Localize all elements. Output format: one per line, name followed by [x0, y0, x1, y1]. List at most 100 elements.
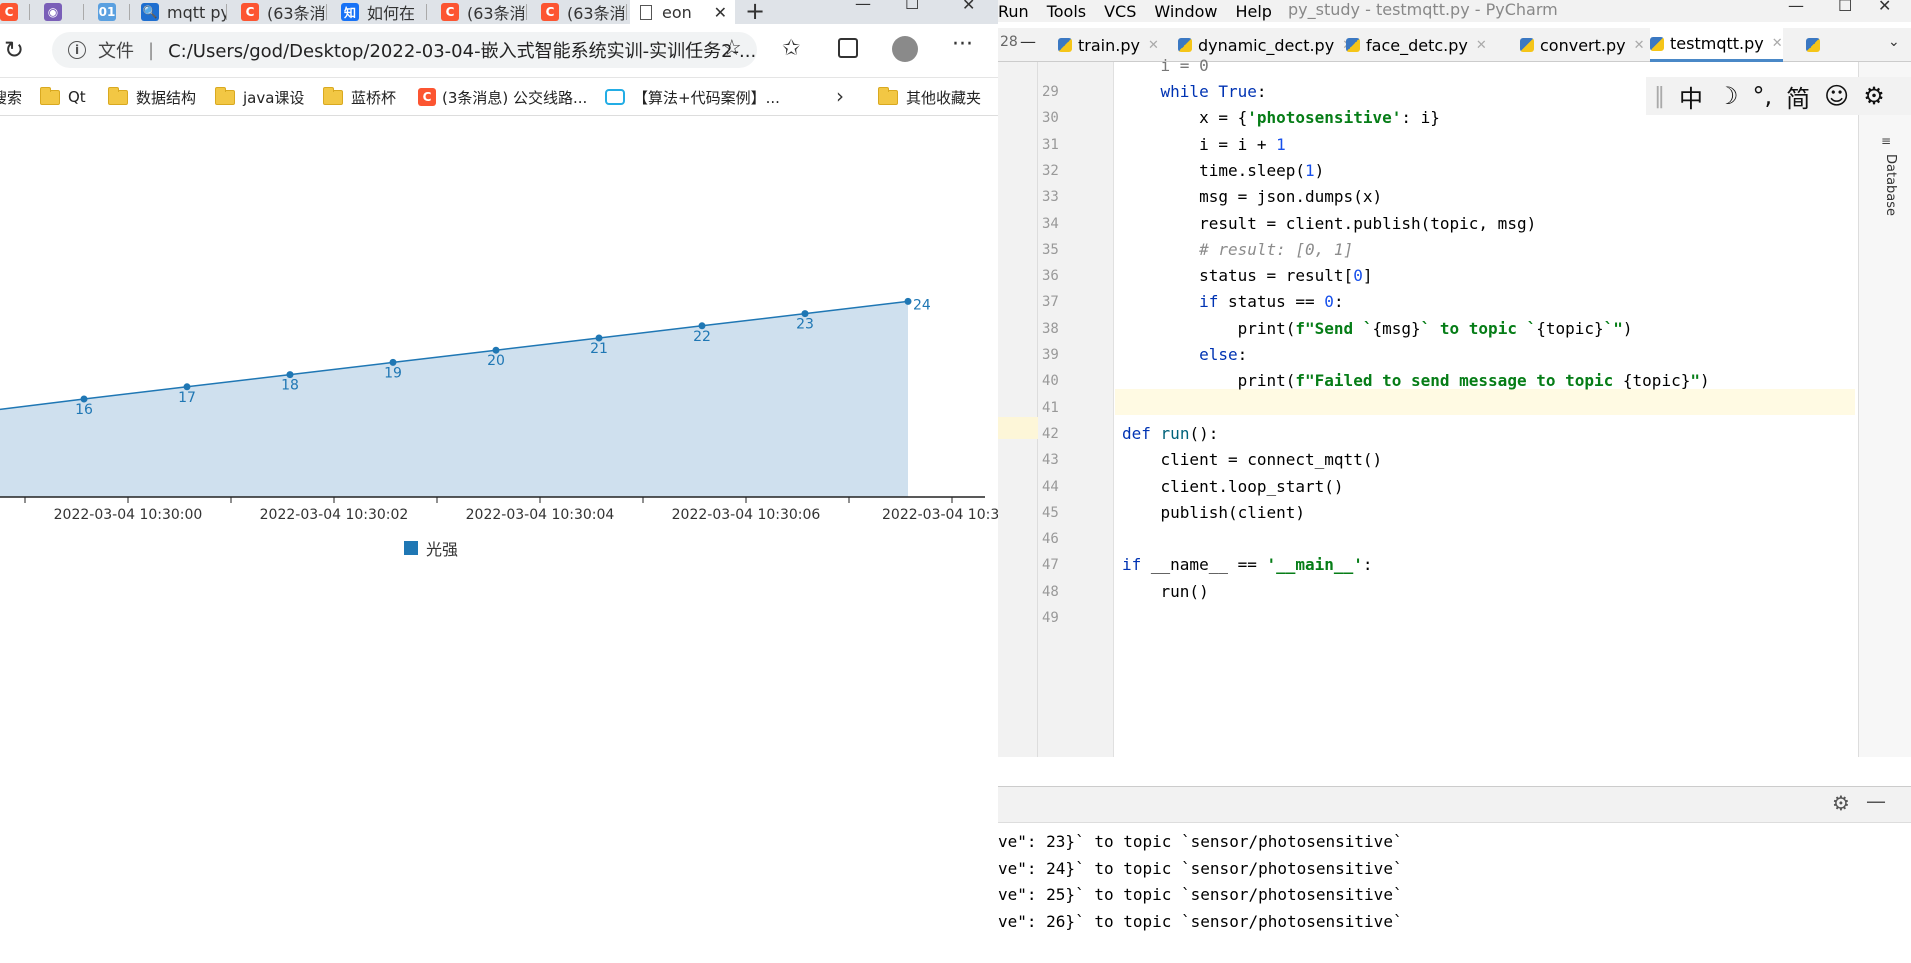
hide-panel-icon[interactable]: — — [1866, 789, 1886, 813]
browser-tab-active[interactable]: eon ✕ — [630, 0, 735, 24]
close-tab-icon[interactable]: ✕ — [1634, 38, 1645, 53]
file-tab[interactable]: convert.py ✕ — [1520, 28, 1645, 62]
ime-drag-handle[interactable]: ‖ — [1654, 84, 1665, 109]
data-point[interactable] — [904, 297, 912, 305]
bookmark-item[interactable]: 蓝桥杯 — [323, 78, 396, 116]
code-line[interactable]: else: — [1122, 342, 1247, 368]
bookmark-item[interactable]: 数据结构 — [108, 78, 196, 116]
browser-tab[interactable]: 01 — [92, 0, 130, 24]
tabs-dropdown-icon[interactable]: ⌄ — [1888, 34, 1900, 50]
ide-window: Run Tools VCS Window Help py_study - testmqt… — [998, 0, 1911, 963]
favorite-add-icon[interactable]: ☆ — [722, 36, 742, 61]
info-icon: i — [68, 41, 86, 59]
menu-tools[interactable]: Tools — [1047, 2, 1086, 21]
code-line[interactable]: print(f"Failed to send message to topic … — [1122, 368, 1710, 394]
close-tab-icon[interactable]: ✕ — [1148, 38, 1159, 53]
ime-item[interactable]: ☽ — [1717, 82, 1739, 110]
code-line[interactable]: run() — [1122, 579, 1209, 605]
side-label-database[interactable]: Database — [1883, 154, 1898, 216]
menu-window[interactable]: Window — [1154, 2, 1217, 21]
gear-icon[interactable]: ⚙ — [1832, 791, 1850, 815]
code-line[interactable]: i = i + 1 — [1122, 132, 1286, 158]
ime-item[interactable]: 简 — [1786, 79, 1810, 114]
chart-legend[interactable]: 光强 — [404, 536, 458, 560]
browser-tab[interactable]: 🔍 mqtt py — [135, 0, 227, 24]
file-tab[interactable]: testmqtt.py ✕ — [1650, 28, 1783, 62]
ime-item[interactable]: ☺ — [1824, 82, 1849, 110]
browser-tab[interactable]: C — [0, 0, 30, 24]
bookmark-other[interactable]: 其他收藏夹 — [878, 78, 981, 116]
line-number: 42 — [1042, 425, 1059, 442]
run-panel-header: ⚙ — — [998, 787, 1911, 823]
console-line: ve": 25}` to topic `sensor/photosensitiv… — [998, 885, 1403, 904]
data-label: 21 — [590, 341, 608, 357]
line-number: 39 — [1042, 347, 1059, 363]
left-tool-strip — [998, 62, 1038, 757]
bookmark-item[interactable]: C (3条消息) 公交线路... — [418, 78, 587, 116]
line-number: 47 — [1042, 557, 1059, 574]
csdn-icon: C — [418, 88, 436, 106]
collections-icon[interactable] — [838, 38, 858, 58]
code-line[interactable]: def run(): — [1122, 421, 1218, 447]
code-editor[interactable]: 29 while True: 30 x = {'photosensitive': … — [1042, 56, 1855, 757]
code-line[interactable]: client = connect_mqtt() — [1122, 447, 1383, 473]
close-icon[interactable]: ✕ — [714, 3, 727, 22]
bookmark-item[interactable]: Qt — [40, 78, 86, 116]
line-number: 32 — [1042, 162, 1059, 179]
code-line[interactable]: msg = json.dumps(x) — [1122, 184, 1382, 210]
data-label: 18 — [281, 378, 299, 394]
file-tab-label: testmqtt.py — [1670, 34, 1764, 53]
tab-scroll-icon[interactable]: 28 — [1000, 34, 1018, 50]
avatar[interactable] — [892, 36, 918, 62]
collapse-icon[interactable]: — — [1020, 32, 1036, 51]
bookmark-item[interactable]: 搜索 — [0, 78, 22, 116]
code-line[interactable]: result = client.publish(topic, msg) — [1122, 211, 1536, 237]
file-tab[interactable]: face_detc.py ✕ — [1346, 28, 1487, 62]
code-line[interactable]: print(f"Send `{msg}` to topic `{topic}`"… — [1122, 316, 1633, 342]
code-line[interactable]: while True: — [1122, 79, 1267, 105]
menu-help[interactable]: Help — [1235, 2, 1271, 21]
code-line[interactable]: status = result[0] — [1122, 263, 1372, 289]
x-tick-label: 2022-03-04 10:30:02 — [260, 507, 409, 523]
chevron-right-icon[interactable]: › — [836, 84, 844, 108]
file-tab-label: dynamic_dect.py — [1198, 35, 1335, 55]
code-line[interactable]: # result: [0, 1] — [1122, 237, 1353, 263]
ide-minimize-icon[interactable]: — — [1788, 0, 1804, 16]
refresh-icon[interactable]: ↻ — [4, 36, 24, 64]
browser-tab[interactable]: C (63条消 — [435, 0, 527, 24]
minimize-icon[interactable]: — — [855, 0, 871, 14]
close-window-icon[interactable]: ✕ — [962, 0, 975, 15]
code-line[interactable]: x = {'photosensitive': i} — [1122, 105, 1440, 131]
menu-vcs[interactable]: VCS — [1104, 2, 1136, 21]
close-tab-icon[interactable]: ✕ — [1772, 36, 1783, 51]
browser-tab[interactable]: ◉ — [38, 0, 84, 24]
code-line[interactable]: client.loop_start() — [1122, 474, 1344, 500]
browser-tab[interactable]: 知如何在 — [335, 0, 427, 24]
data-label: 17 — [178, 390, 196, 406]
ime-item[interactable]: °, — [1753, 82, 1773, 110]
bookmark-item[interactable]: java课设 — [215, 78, 304, 116]
search-icon: 🔍 — [141, 3, 159, 21]
code-line[interactable]: publish(client) — [1122, 500, 1306, 526]
more-icon[interactable]: ··· — [952, 32, 973, 57]
new-tab-button[interactable]: + — [745, 0, 765, 25]
code-line[interactable]: if status == 0: — [1122, 289, 1344, 315]
ime-toolbar[interactable]: ‖ 中 ☽ °, 简 ☺ ⚙ — [1646, 77, 1911, 115]
ime-item[interactable]: 中 — [1679, 79, 1703, 114]
bookmark-item[interactable]: 【算法+代码案例】... — [605, 78, 780, 116]
close-tab-icon[interactable]: ✕ — [1476, 38, 1487, 53]
code-line[interactable]: time.sleep(1) — [1122, 158, 1324, 184]
maximize-icon[interactable]: ☐ — [905, 0, 919, 14]
ide-close-icon[interactable]: ✕ — [1878, 0, 1891, 16]
ide-maximize-icon[interactable]: ☐ — [1838, 0, 1852, 16]
address-bar[interactable]: i 文件 | C:/Users/god/Desktop/2022-03-04-嵌… — [52, 32, 757, 68]
database-icon[interactable]: ≡ — [1881, 134, 1891, 148]
ime-item[interactable]: ⚙ — [1863, 82, 1885, 110]
favorites-icon[interactable]: ✩ — [782, 36, 800, 61]
file-tab-partial[interactable] — [1806, 28, 1826, 62]
browser-tab[interactable]: C (63条消 — [235, 0, 327, 24]
menu-run[interactable]: Run — [998, 2, 1029, 21]
browser-tab[interactable]: C (63条消 — [535, 0, 627, 24]
line-number: 38 — [1042, 320, 1059, 337]
code-line[interactable]: if __name__ == '__main__': — [1122, 552, 1372, 578]
